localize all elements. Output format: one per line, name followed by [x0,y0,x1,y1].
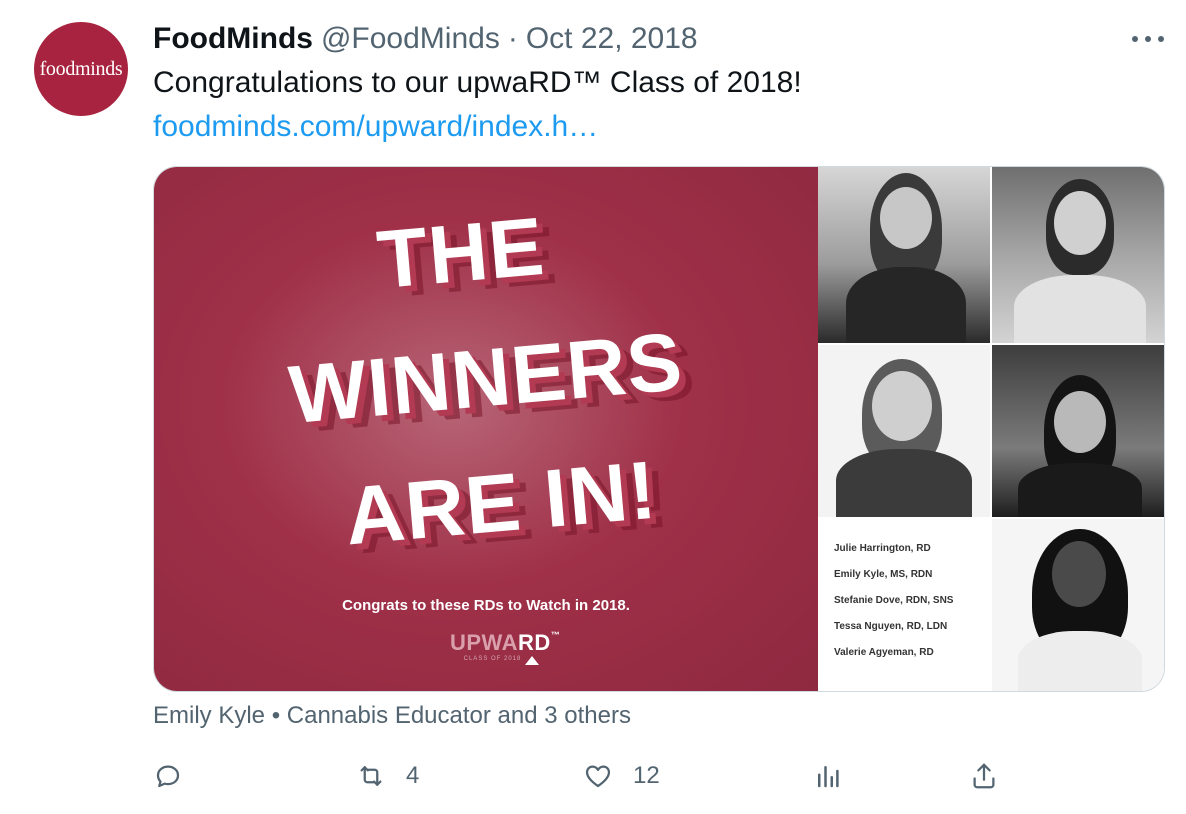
winner-name-3: Stefanie Dove, RDN, SNS [834,595,954,606]
photo-face [1054,191,1106,255]
headline-line-3: ARE IN! [341,444,661,563]
tweet[interactable]: foodminds FoodMinds @FoodMinds · Oct 22,… [0,0,1186,814]
author-handle[interactable]: @FoodMinds [321,22,500,56]
more-options-icon[interactable] [1128,24,1168,54]
winner-name-4: Tessa Nguyen, RD, LDN [834,621,948,632]
avatar-logo-text: foodminds [39,57,123,80]
headline-line-1: THE [373,200,549,307]
analytics-icon [818,766,839,788]
promo-graphic: THE WINNERS ARE IN! Congrats to these RD… [154,167,818,691]
retweet-count: 4 [406,762,420,789]
more-dot [1158,36,1164,42]
winner-photo-1 [818,167,990,343]
headline-line-2: WINNERS [285,315,687,442]
photo-face [872,371,932,441]
photo-body [836,449,972,517]
upward-triangle-icon [525,656,539,665]
retweet-icon [360,766,382,786]
heart-icon [585,765,611,788]
photo-body [1018,463,1142,517]
reply-icon [156,765,180,788]
tweet-header: FoodMinds @FoodMinds · Oct 22, 2018 [153,22,698,56]
author-name[interactable]: FoodMinds [153,22,313,56]
photo-body [1018,631,1142,691]
views-button[interactable] [813,758,843,794]
more-dot [1145,36,1151,42]
share-icon [973,763,995,789]
tweet-date[interactable]: Oct 22, 2018 [526,22,698,56]
congrats-line: Congrats to these RDs to Watch in 2018. [342,597,630,614]
share-button[interactable] [969,758,999,794]
upward-logo-light: UPWA [450,630,518,655]
winner-name-5: Valerie Agyeman, RD [834,647,934,658]
photo-body [1014,275,1146,343]
winners-list: Julie Harrington, RD Emily Kyle, MS, RDN… [818,519,990,691]
avatar[interactable]: foodminds [34,22,128,116]
photo-face [1054,391,1106,453]
winner-photo-5 [992,519,1164,691]
upward-logo-tm: ™ [550,630,561,640]
social-context[interactable]: Emily Kyle • Cannabis Educator and 3 oth… [153,702,631,730]
upward-logo-sub: CLASS OF 2018 [463,656,522,662]
winner-photo-2 [992,167,1164,343]
upward-logo-bold: RD [518,630,551,655]
more-dot [1132,36,1138,42]
tweet-text: Congratulations to our upwaRD™ Class of … [153,66,802,99]
reply-button[interactable] [153,758,183,794]
separator-dot: · [507,22,518,55]
like-count: 12 [633,762,660,789]
photo-face [1052,541,1106,607]
upward-logo: UPWARD™ [450,630,560,656]
photo-body [846,267,966,343]
like-button[interactable]: 12 [583,758,660,794]
tweet-media[interactable]: THE WINNERS ARE IN! Congrats to these RD… [153,166,1165,692]
photo-face [880,187,932,249]
action-bar: 4 12 [153,758,1013,794]
winner-photo-4 [992,345,1164,517]
winner-name-2: Emily Kyle, MS, RDN [834,569,933,580]
retweet-button[interactable]: 4 [356,758,419,794]
tweet-link[interactable]: foodminds.com/upward/index.h… [153,110,598,144]
winner-name-1: Julie Harrington, RD [834,543,931,554]
winner-photo-3 [818,345,990,517]
